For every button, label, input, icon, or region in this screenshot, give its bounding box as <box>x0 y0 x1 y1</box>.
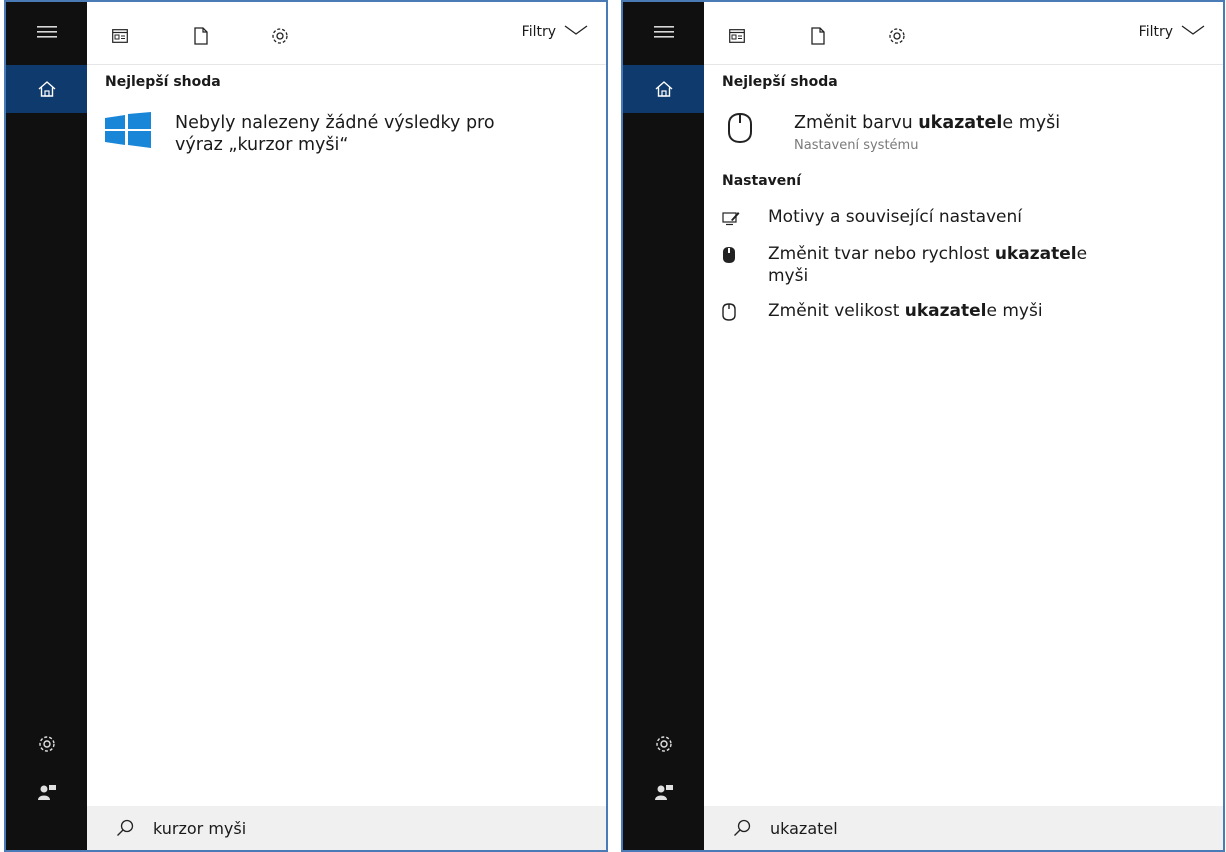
filters-label: Filtry <box>1138 24 1173 40</box>
filters-dropdown[interactable]: Filtry <box>522 24 588 40</box>
left-rail <box>6 2 87 850</box>
best-match-item[interactable]: Změnit barvu ukazatele myši Nastavení sy… <box>726 112 1060 156</box>
apps-icon[interactable] <box>726 26 748 46</box>
search-icon <box>732 818 752 838</box>
chevron-down-icon <box>1181 24 1205 40</box>
search-box[interactable]: ukazatel <box>704 806 1223 850</box>
home-icon[interactable] <box>6 65 87 113</box>
windows-logo-icon <box>103 112 155 156</box>
setting-label: Změnit tvar nebo rychlost ukazatele myši <box>768 244 1088 286</box>
chevron-down-icon <box>564 24 588 40</box>
gear-icon[interactable] <box>623 724 704 764</box>
right-content: Filtry Nejlepší shoda Změnit barvu ukaza… <box>704 2 1223 850</box>
setting-label: Motivy a související nastavení <box>768 207 1023 227</box>
apps-icon[interactable] <box>109 26 131 46</box>
setting-item-pointer-size[interactable]: Změnit velikost ukazatele myši <box>722 300 1192 323</box>
document-icon[interactable] <box>807 26 829 46</box>
no-results-line1: Nebyly nalezeny žádné výsledky pro <box>175 113 495 133</box>
right-topbar: Filtry <box>704 2 1223 65</box>
settings-heading: Nastavení <box>722 173 802 189</box>
setting-item-pointer-shape-speed[interactable]: Změnit tvar nebo rychlost ukazatele myši <box>722 243 1192 287</box>
best-match-heading: Nejlepší shoda <box>105 74 221 90</box>
best-match-heading: Nejlepší shoda <box>722 74 838 90</box>
search-icon <box>115 818 135 838</box>
search-panel-right: Filtry Nejlepší shoda Změnit barvu ukaza… <box>621 0 1225 852</box>
feedback-icon[interactable] <box>6 772 87 812</box>
hamburger-icon[interactable] <box>623 14 704 50</box>
mouse-filled-icon <box>722 244 750 266</box>
home-icon[interactable] <box>623 65 704 113</box>
mouse-icon <box>722 301 750 323</box>
document-icon[interactable] <box>190 26 212 46</box>
hamburger-icon[interactable] <box>6 14 87 50</box>
setting-label: Změnit velikost ukazatele myši <box>768 301 1043 321</box>
no-results-item: Nebyly nalezeny žádné výsledky pro výraz… <box>103 112 495 156</box>
gear-icon[interactable] <box>886 26 908 46</box>
setting-item-themes[interactable]: Motivy a související nastavení <box>722 206 1192 229</box>
gear-icon[interactable] <box>269 26 291 46</box>
best-match-subtitle: Nastavení systému <box>794 138 919 153</box>
gear-icon[interactable] <box>6 724 87 764</box>
right-rail <box>623 2 704 850</box>
search-panel-left: Filtry Nejlepší shoda Nebyly nalezeny žá… <box>4 0 608 852</box>
left-content: Filtry Nejlepší shoda Nebyly nalezeny žá… <box>87 2 606 850</box>
search-query[interactable]: kurzor myši <box>153 819 246 838</box>
mouse-icon <box>726 112 770 156</box>
theme-icon <box>722 207 750 229</box>
left-topbar: Filtry <box>87 2 606 65</box>
search-query[interactable]: ukazatel <box>770 819 838 838</box>
search-box[interactable]: kurzor myši <box>87 806 606 850</box>
filters-label: Filtry <box>521 24 556 40</box>
best-match-title: Změnit barvu ukazatele myši <box>794 113 1061 133</box>
feedback-icon[interactable] <box>623 772 704 812</box>
no-results-line2: výraz „kurzor myši“ <box>175 135 349 155</box>
filters-dropdown[interactable]: Filtry <box>1139 24 1205 40</box>
